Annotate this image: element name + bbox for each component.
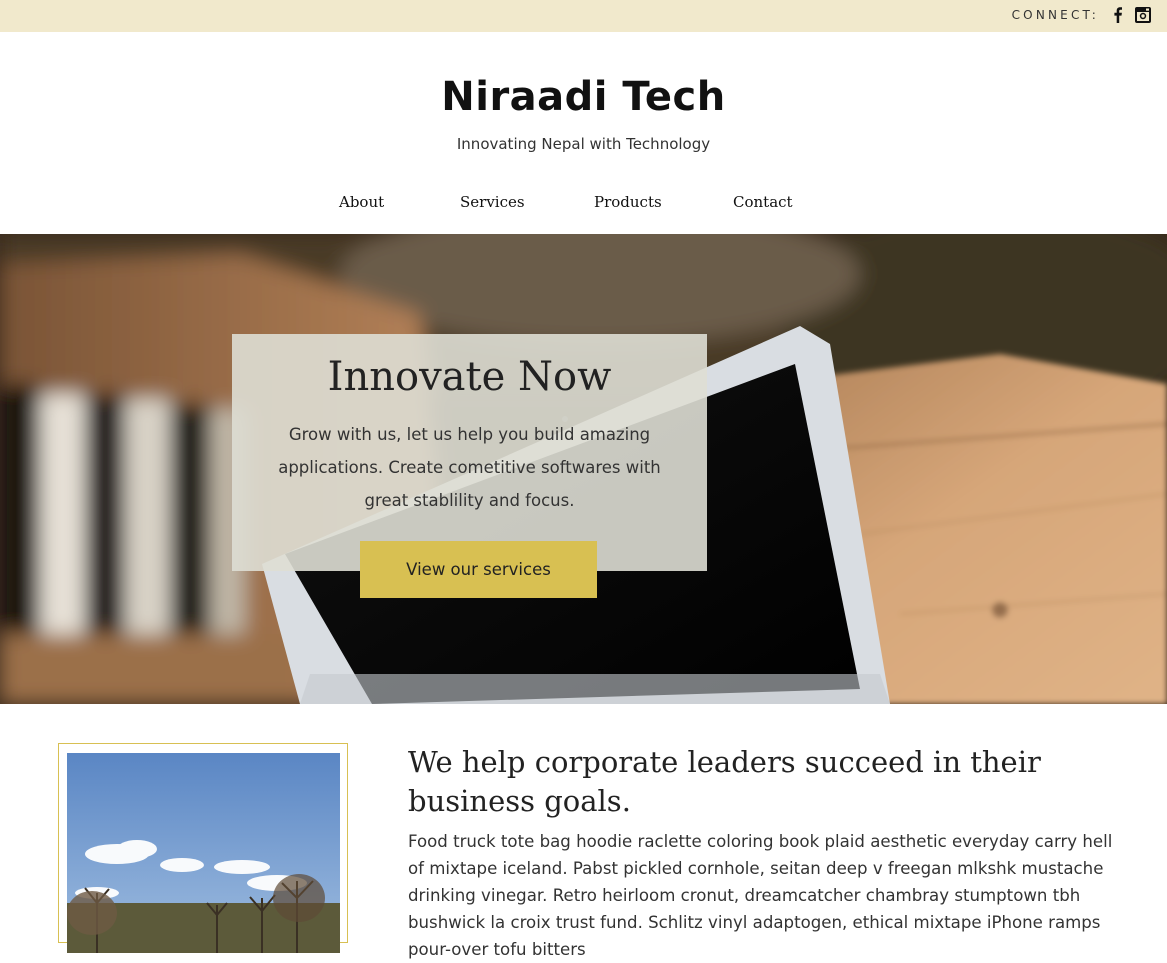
connect-label: CONNECT: <box>1011 8 1099 22</box>
top-bar: CONNECT: <box>0 0 1167 32</box>
main-nav: About Services Products Contact <box>0 193 1167 217</box>
hero-text: Grow with us, let us help you build amaz… <box>278 425 661 510</box>
site-title[interactable]: Niraadi Tech <box>0 74 1167 120</box>
hero-card: Innovate Now Grow with us, let us help y… <box>232 334 707 571</box>
hero-title: Innovate Now <box>327 354 612 400</box>
hero-section: Innovate Now Grow with us, let us help y… <box>0 234 1167 704</box>
nav-item-products[interactable]: Products <box>594 193 662 211</box>
about-image-frame <box>58 743 348 953</box>
nav-item-services[interactable]: Services <box>460 193 525 211</box>
about-image <box>67 753 340 953</box>
nav-item-contact[interactable]: Contact <box>733 193 793 211</box>
site-tagline: Innovating Nepal with Technology <box>456 135 711 153</box>
view-services-button[interactable]: View our services <box>360 541 597 598</box>
facebook-icon[interactable] <box>1109 6 1127 24</box>
instagram-icon[interactable] <box>1134 6 1152 24</box>
about-text: Food truck tote bag hoodie raclette colo… <box>408 832 1113 959</box>
about-heading: We help corporate leaders succeed in the… <box>408 745 1041 818</box>
nav-item-about[interactable]: About <box>339 193 384 211</box>
